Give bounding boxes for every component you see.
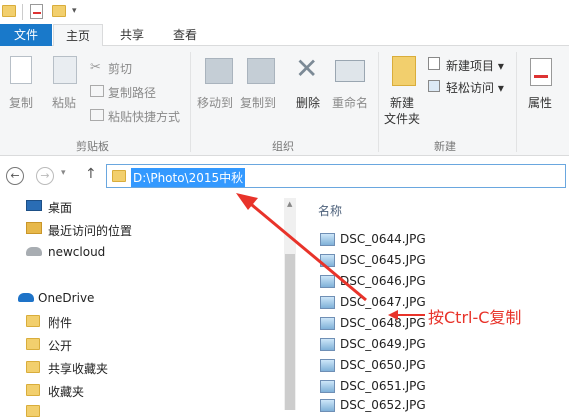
annotation-arrowhead <box>388 310 398 320</box>
annotation-text: 按Ctrl-C复制 <box>428 308 522 327</box>
annotation-arrow-line <box>245 198 367 302</box>
annotation-overlay <box>236 193 425 320</box>
